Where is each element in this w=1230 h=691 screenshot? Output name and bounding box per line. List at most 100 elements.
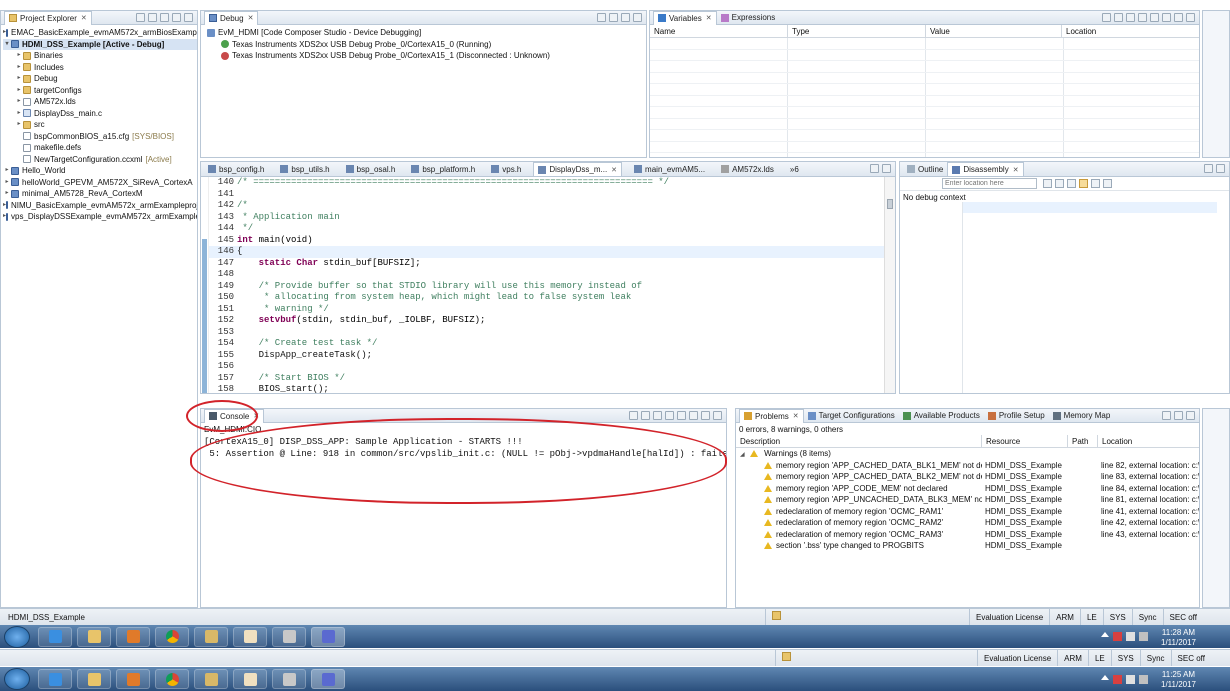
status-item[interactable]: SYS: [1110, 650, 1140, 666]
tab-variables[interactable]: Variables ✕: [653, 11, 717, 25]
problem-row[interactable]: memory region 'APP_UNCACHED_DATA_BLK3_ME…: [736, 494, 1199, 506]
code-line[interactable]: 154 /* Create test task */: [209, 338, 884, 350]
new-expression-icon[interactable]: [1114, 13, 1123, 22]
tree-item[interactable]: ▸ helloWorld_GPEVM_AM572X_SiRevA_CortexA: [3, 177, 197, 189]
status-item[interactable]: SEC off: [1162, 609, 1203, 625]
close-icon[interactable]: ✕: [81, 14, 87, 22]
tab-profile-setup[interactable]: Profile Setup: [984, 409, 1049, 422]
col-value[interactable]: Value: [926, 25, 1062, 37]
debug-item[interactable]: EvM_HDMI [Code Composer Studio - Device …: [203, 27, 646, 39]
cube-button[interactable]: [272, 669, 306, 689]
maximize-icon[interactable]: [882, 164, 891, 173]
problem-row[interactable]: memory region 'APP_CACHED_DATA_BLK1_MEM'…: [736, 460, 1199, 472]
clear-console-icon[interactable]: [629, 411, 638, 420]
tab-problems[interactable]: Problems ✕: [739, 409, 804, 423]
problem-row[interactable]: redeclaration of memory region 'OCMC_RAM…: [736, 529, 1199, 541]
folder-button[interactable]: [194, 669, 228, 689]
explorer-button[interactable]: [77, 626, 111, 647]
paint-button[interactable]: [233, 669, 267, 689]
col-path[interactable]: Path: [1068, 435, 1098, 447]
close-icon[interactable]: ✕: [248, 14, 254, 22]
code-line[interactable]: 152 setvbuf(stdin, stdin_buf, _IOLBF, BU…: [209, 315, 884, 327]
tree-item[interactable]: ▸ minimal_AM5728_RevA_CortexM: [3, 188, 197, 200]
media-player-button[interactable]: [116, 669, 150, 689]
tree-item[interactable]: ▸ DisplayDss_main.c: [3, 108, 197, 120]
remove-terminated-icon[interactable]: [597, 13, 606, 22]
minimize-icon[interactable]: [870, 164, 879, 173]
view-menu-icon[interactable]: [609, 13, 618, 22]
code-line[interactable]: 150 * allocating from system heap, which…: [209, 292, 884, 304]
col-location[interactable]: Location: [1062, 25, 1199, 37]
maximize-icon[interactable]: [1186, 13, 1195, 22]
tree-item[interactable]: ▸ Binaries: [3, 50, 197, 62]
editor-tab[interactable]: DisplayDss_m... ✕: [533, 162, 623, 176]
code-line[interactable]: 148: [209, 269, 884, 281]
status-item[interactable]: SEC off: [1170, 650, 1211, 666]
ccs-button[interactable]: [311, 626, 345, 647]
col-type[interactable]: Type: [788, 25, 926, 37]
editor-tab[interactable]: bsp_osal.h: [342, 163, 400, 176]
code-line[interactable]: 151 * warning */: [209, 304, 884, 316]
ccs-button[interactable]: [311, 669, 345, 689]
editor-scrollbar[interactable]: [884, 177, 895, 393]
code-line[interactable]: 147 static Char stdin_buf[BUFSIZ];: [209, 258, 884, 270]
minimize-icon[interactable]: [172, 13, 181, 22]
twisty-icon[interactable]: ▾: [3, 39, 11, 51]
refresh-icon[interactable]: [1067, 179, 1076, 188]
code-line[interactable]: 146{: [209, 246, 884, 258]
problem-row[interactable]: section '.bss' type changed to PROGBITS H…: [736, 540, 1199, 552]
minimize-icon[interactable]: [1174, 13, 1183, 22]
tab-expressions[interactable]: Expressions: [717, 11, 780, 24]
word-wrap-icon[interactable]: [653, 411, 662, 420]
tree-item[interactable]: ▸ EMAC_BasicExample_evmAM572x_armBiosExam…: [3, 27, 197, 39]
code-line[interactable]: 142/*: [209, 200, 884, 212]
tray-expand-icon[interactable]: [1101, 632, 1109, 637]
editor-tab[interactable]: bsp_platform.h: [407, 163, 479, 176]
code-line[interactable]: 156: [209, 361, 884, 373]
twisty-icon[interactable]: ▸: [15, 108, 23, 120]
maximize-icon[interactable]: [1216, 164, 1225, 173]
tree-item[interactable]: ▸ NIMU_BasicExample_evmAM572x_armExamplep…: [3, 200, 197, 212]
tab-project-explorer[interactable]: Project Explorer ✕: [4, 11, 92, 25]
view-menu-icon[interactable]: [160, 13, 169, 22]
code-line[interactable]: 143 * Application main: [209, 212, 884, 224]
debug-item[interactable]: Texas Instruments XDS2xx USB Debug Probe…: [203, 39, 646, 51]
folder-button[interactable]: [194, 626, 228, 647]
tree-item[interactable]: ▸ Debug: [3, 73, 197, 85]
ie-button[interactable]: [38, 626, 72, 647]
windows-start-icon[interactable]: [4, 668, 30, 690]
twisty-icon[interactable]: ▸: [15, 85, 23, 97]
network-icon[interactable]: [1126, 675, 1135, 684]
twisty-icon[interactable]: ▸: [15, 73, 23, 85]
maximize-icon[interactable]: [713, 411, 722, 420]
tree-item[interactable]: ▸ Hello_World: [3, 165, 197, 177]
close-icon[interactable]: ✕: [253, 412, 259, 420]
maximize-icon[interactable]: [1186, 411, 1195, 420]
twisty-icon[interactable]: ▸: [3, 165, 11, 177]
tree-item[interactable]: ▸ Includes: [3, 62, 197, 74]
step-icon[interactable]: [1091, 179, 1100, 188]
cube-button[interactable]: [272, 626, 306, 647]
flag-icon[interactable]: [1113, 632, 1122, 641]
status-item[interactable]: LE: [1087, 650, 1111, 666]
debug-item[interactable]: Texas Instruments XDS2xx USB Debug Probe…: [203, 50, 646, 62]
expand-icon[interactable]: ◢: [740, 452, 745, 458]
status-item[interactable]: Sync: [1139, 650, 1171, 666]
tree-item[interactable]: ▸ vps_DisplayDSSExample_evmAM572x_armExam…: [3, 211, 197, 223]
col-resource[interactable]: Resource: [982, 435, 1068, 447]
close-icon[interactable]: ✕: [793, 412, 799, 420]
ie-button[interactable]: [38, 669, 72, 689]
code-line[interactable]: 140/* ==================================…: [209, 177, 884, 189]
code-editor[interactable]: 140/* ==================================…: [209, 177, 884, 393]
col-description[interactable]: Description: [736, 435, 982, 447]
tree-item[interactable]: ▸ src: [3, 119, 197, 131]
home-icon[interactable]: [1055, 179, 1064, 188]
code-line[interactable]: 153: [209, 327, 884, 339]
problem-row[interactable]: memory region 'APP_CACHED_DATA_BLK2_MEM'…: [736, 471, 1199, 483]
location-input[interactable]: [942, 178, 1037, 189]
collapse-all-icon[interactable]: [1150, 13, 1159, 22]
paint-button[interactable]: [233, 626, 267, 647]
status-item[interactable]: SYS: [1102, 609, 1132, 625]
close-icon[interactable]: ✕: [706, 14, 712, 22]
windows-start-icon[interactable]: [4, 625, 30, 648]
